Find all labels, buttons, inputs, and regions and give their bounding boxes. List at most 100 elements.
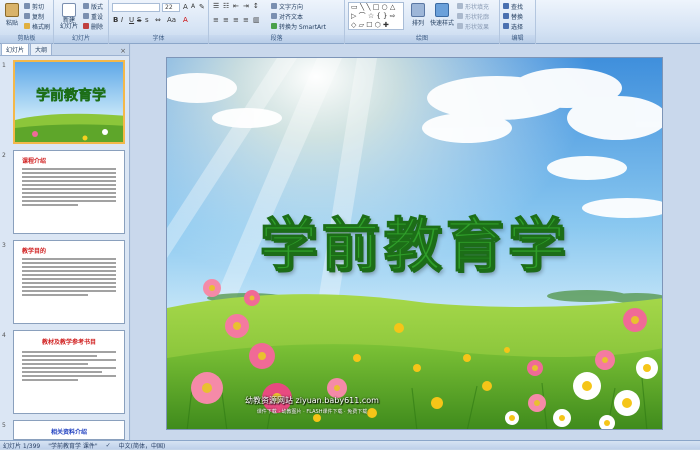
new-slide-icon bbox=[62, 3, 76, 17]
replace-icon bbox=[503, 13, 509, 19]
font-size-select[interactable]: 22 bbox=[162, 3, 180, 12]
watermark-sub-text: 课件下载 · 幼教图片 · FLASH课件下载 · 免费下载 bbox=[256, 409, 368, 415]
spacing-icon[interactable]: ⇔ bbox=[155, 16, 161, 24]
thumbnail-title: 相关资料介绍 bbox=[50, 429, 87, 436]
quick-styles-icon bbox=[435, 3, 449, 17]
arrange-button[interactable]: 排列 bbox=[409, 3, 427, 27]
shape-outline-button[interactable]: 形状轮廓 bbox=[457, 12, 489, 21]
current-slide[interactable]: 学前教育学 幼教资源网站 ziyuan.baby611.com 课件下载 · 幼… bbox=[166, 57, 663, 430]
slides-label: 幻灯片 bbox=[54, 35, 108, 43]
slide-number: 1 bbox=[2, 62, 6, 69]
quick-styles-button[interactable]: 快速样式 bbox=[429, 3, 455, 27]
outline-icon bbox=[457, 13, 463, 19]
delete-icon bbox=[83, 23, 89, 29]
underline-icon[interactable]: U bbox=[129, 16, 134, 24]
shape-effects-button[interactable]: 形状效果 bbox=[457, 22, 489, 31]
slides-group: 新建 幻灯片 版式 重设 删除 幻灯片 bbox=[54, 0, 109, 44]
smartart-icon bbox=[271, 23, 277, 29]
slide-number: 3 bbox=[2, 242, 6, 249]
align-center-icon[interactable]: ≡ bbox=[223, 16, 229, 24]
slide-editing-area: 学前教育学 幼教资源网站 ziyuan.baby611.com 课件下载 · 幼… bbox=[131, 44, 700, 440]
layout-icon bbox=[83, 3, 89, 9]
paste-button[interactable]: 粘贴 bbox=[2, 3, 22, 27]
text-direction-button[interactable]: 文字方向 bbox=[271, 2, 303, 11]
close-icon[interactable]: × bbox=[120, 47, 126, 55]
delete-slide-button[interactable]: 删除 bbox=[83, 22, 103, 31]
copy-button[interactable]: 复制 bbox=[24, 12, 44, 21]
find-button[interactable]: 查找 bbox=[503, 2, 523, 11]
align-text-button[interactable]: 对齐文本 bbox=[271, 12, 303, 21]
thumbnail-title: 教材及教学参考书目 bbox=[41, 339, 96, 346]
italic-icon[interactable]: I bbox=[121, 16, 123, 24]
watermark-site-text: 幼教资源网站 ziyuan.baby611.com bbox=[245, 396, 379, 405]
slide-thumbnail-5[interactable]: 相关资料介绍 bbox=[13, 420, 125, 440]
bold-icon[interactable]: B bbox=[113, 16, 118, 24]
smartart-button[interactable]: 转换为 SmartArt bbox=[271, 22, 326, 31]
thumbnail-text-lines bbox=[14, 255, 124, 301]
align-right-icon[interactable]: ≡ bbox=[233, 16, 239, 24]
new-slide-button[interactable]: 新建 幻灯片 bbox=[57, 3, 81, 30]
increase-indent-icon[interactable]: ⇥ bbox=[243, 2, 249, 10]
tab-slides[interactable]: 幻灯片 bbox=[1, 43, 30, 55]
drawing-label: 绘图 bbox=[345, 35, 499, 43]
line-spacing-icon[interactable]: ↕ bbox=[253, 2, 259, 10]
cut-button[interactable]: 剪切 bbox=[24, 2, 44, 11]
effects-icon bbox=[457, 23, 463, 29]
slide-number: 2 bbox=[2, 152, 6, 159]
reset-icon bbox=[83, 13, 89, 19]
thumbnail-title: 学前教育学 bbox=[36, 87, 106, 104]
editing-label: 编辑 bbox=[500, 35, 535, 43]
shapes-gallery[interactable]: ▭ ╲ ╲ □ ○ △ ▷ ⌒ ☆ { } ⇨ ◇ ▱ ☐ ⬡ ✚ bbox=[348, 2, 404, 30]
ribbon: 粘贴 剪切 复制 格式刷 剪贴板 新建 幻灯片 版式 重设 删除 幻灯片 22 … bbox=[0, 0, 700, 44]
thumbnail-text-lines bbox=[14, 346, 124, 386]
shrink-font-icon[interactable]: A bbox=[191, 3, 195, 10]
clipboard-label: 剪贴板 bbox=[0, 35, 53, 43]
thumbnail-text-lines bbox=[14, 165, 124, 211]
shape-fill-button[interactable]: 形状填充 bbox=[457, 2, 489, 11]
shadow-icon[interactable]: s bbox=[145, 16, 149, 24]
editing-group: 查找 替换 选择 编辑 bbox=[500, 0, 536, 44]
slide-thumbnail-4[interactable]: 教材及教学参考书目 bbox=[13, 330, 125, 414]
drawing-group: ▭ ╲ ╲ □ ○ △ ▷ ⌒ ☆ { } ⇨ ◇ ▱ ☐ ⬡ ✚ 排列 快速样式 … bbox=[345, 0, 500, 44]
grow-font-icon[interactable]: A bbox=[183, 3, 188, 11]
slide-thumbnail-1[interactable]: 学前教育学 bbox=[13, 60, 125, 144]
font-name-select[interactable] bbox=[112, 3, 160, 12]
theme-name: "学前教育学 课件" bbox=[48, 442, 98, 450]
reset-button[interactable]: 重设 bbox=[83, 12, 103, 21]
tab-outline[interactable]: 大纲 bbox=[30, 43, 53, 55]
slide-thumbnail-2[interactable]: 课程介绍 bbox=[13, 150, 125, 234]
slide-thumbnail-3[interactable]: 教学目的 bbox=[13, 240, 125, 324]
font-group: 22 A A ✎ B I U S s ⇔ Aa A 字体 bbox=[109, 0, 209, 44]
strikethrough-icon[interactable]: S bbox=[137, 16, 141, 24]
panel-tabs: 幻灯片 大纲 × bbox=[0, 43, 129, 56]
spellcheck-icon[interactable]: ✓ bbox=[106, 442, 111, 449]
slide-counter: 幻灯片 1/399 bbox=[3, 442, 41, 450]
clear-format-icon[interactable]: ✎ bbox=[199, 3, 205, 11]
align-left-icon[interactable]: ≡ bbox=[213, 16, 219, 24]
fill-icon bbox=[457, 3, 463, 9]
numbering-icon[interactable]: ☷ bbox=[223, 2, 229, 10]
format-painter-button[interactable]: 格式刷 bbox=[24, 22, 50, 31]
justify-icon[interactable]: ≡ bbox=[243, 16, 249, 24]
arrange-icon bbox=[411, 3, 425, 17]
select-button[interactable]: 选择 bbox=[503, 22, 523, 31]
align-text-icon bbox=[271, 13, 277, 19]
slide-title[interactable]: 学前教育学 bbox=[167, 198, 662, 282]
columns-icon[interactable]: ▥ bbox=[253, 16, 260, 24]
text-direction-icon bbox=[271, 3, 277, 9]
case-icon[interactable]: Aa bbox=[167, 16, 176, 24]
layout-button[interactable]: 版式 bbox=[83, 2, 103, 11]
decrease-indent-icon[interactable]: ⇤ bbox=[233, 2, 239, 10]
select-icon bbox=[503, 23, 509, 29]
clipboard-group: 粘贴 剪切 复制 格式刷 剪贴板 bbox=[0, 0, 54, 44]
find-icon bbox=[503, 3, 509, 9]
status-bar: 幻灯片 1/399 "学前教育学 课件" ✓ 中文(简体，中国) bbox=[0, 440, 700, 450]
thumbnail-title: 教学目的 bbox=[22, 248, 47, 255]
bullets-icon[interactable]: ☰ bbox=[213, 2, 219, 10]
replace-button[interactable]: 替换 bbox=[503, 12, 523, 21]
thumbnail-title: 课程介绍 bbox=[22, 158, 47, 165]
font-color-icon[interactable]: A bbox=[183, 16, 188, 24]
brush-icon bbox=[24, 23, 30, 29]
language-indicator[interactable]: 中文(简体，中国) bbox=[119, 441, 166, 450]
clipboard-icon bbox=[5, 3, 19, 17]
